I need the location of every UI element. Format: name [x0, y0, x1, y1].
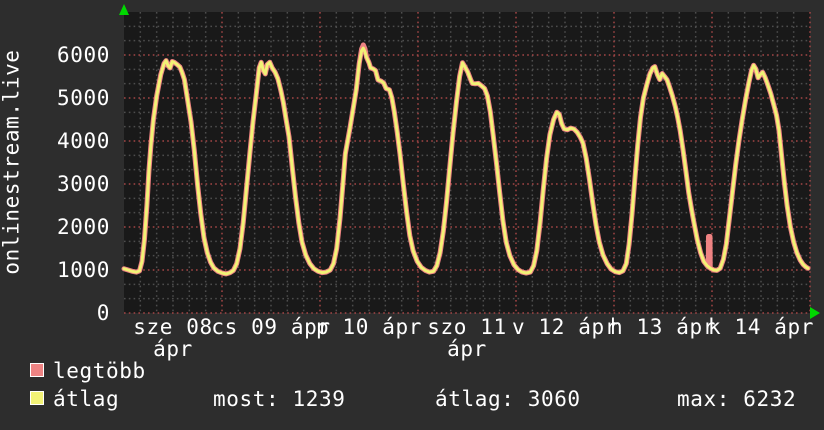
y-tick-label: 0 [0, 302, 110, 324]
legend-label-atlag: átlag [53, 388, 119, 410]
stat-atlag: átlag: 3060 [435, 388, 581, 410]
x-tick-label: k 14 ápr [695, 316, 824, 338]
y-tick-label: 2000 [0, 216, 110, 238]
y-axis-arrow-icon [119, 4, 129, 15]
y-tick-label: 4000 [0, 130, 110, 152]
stat-max: max: 6232 [677, 388, 796, 410]
y-tick-label: 6000 [0, 44, 110, 66]
y-tick-label: 1000 [0, 259, 110, 281]
legend-swatch-atlag [30, 391, 44, 405]
legend-swatch-legtobb [30, 363, 44, 377]
rrdtool-graph: onlinestream.live 0100020003000400050006… [0, 0, 824, 430]
y-tick-label: 5000 [0, 87, 110, 109]
legend-label-legtobb: legtöbb [53, 360, 146, 382]
stat-most: most: 1239 [213, 388, 345, 410]
y-tick-label: 3000 [0, 173, 110, 195]
